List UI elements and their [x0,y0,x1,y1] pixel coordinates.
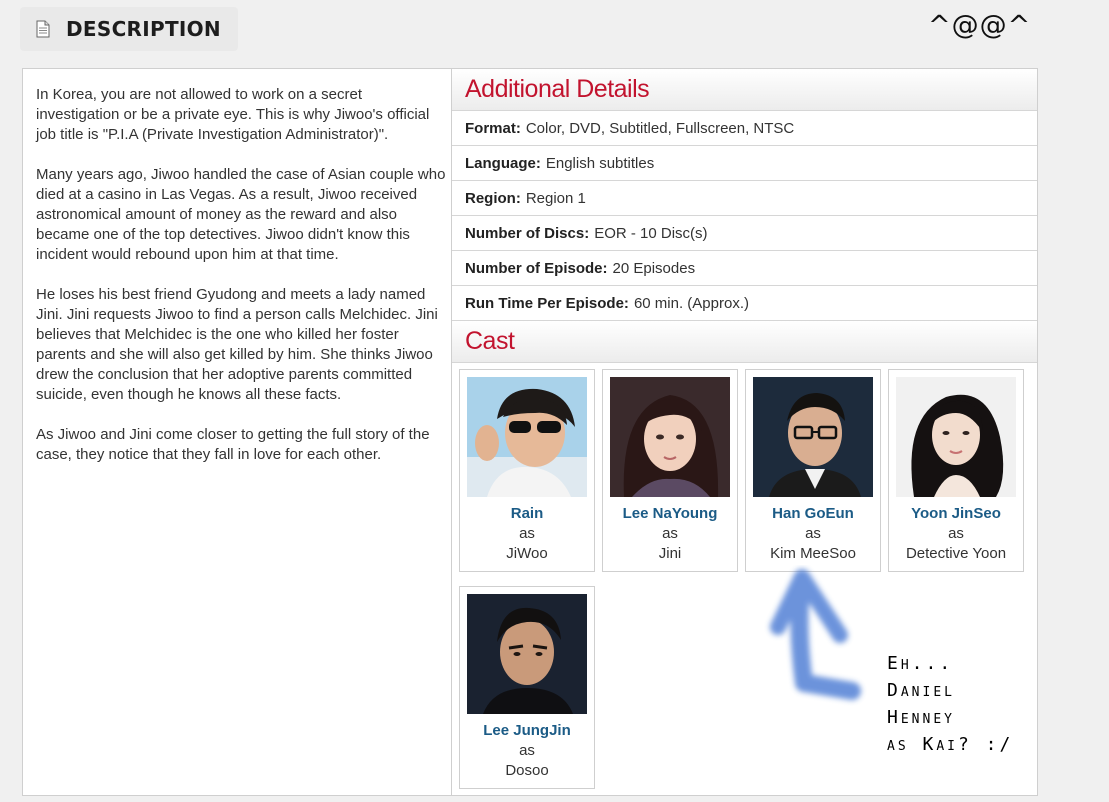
cast-card-lee-nayoung[interactable]: Lee NaYoung as Jini [602,369,738,572]
synopsis-column: In Korea, you are not allowed to work on… [23,69,452,795]
cast-as: as [948,525,964,542]
detail-value: 20 Episodes [612,259,696,277]
actor-photo [753,377,873,497]
detail-value: Color, DVD, Subtitled, Fullscreen, NTSC [525,119,795,137]
cast-role: Jini [658,545,682,562]
cast-card-rain[interactable]: Rain as JiWoo [459,369,595,572]
cast-name[interactable]: Han GoEun [746,505,880,522]
emoticon-annotation: ^@@^ [928,10,1032,41]
cast-role: Detective Yoon [905,545,1007,562]
detail-row-runtime: Run Time Per Episode: 60 min. (Approx.) [452,286,1037,321]
note-line: Henney [887,707,955,728]
cast-role: Dosoo [505,762,549,779]
detail-row-language: Language: English subtitles [452,146,1037,181]
detail-row-episodes: Number of Episode: 20 Episodes [452,251,1037,286]
cast-heading: Cast [452,321,1037,363]
detail-label: Format: [465,119,521,137]
detail-label: Run Time Per Episode: [465,294,629,312]
actor-photo [467,377,587,497]
synopsis-paragraph: As Jiwoo and Jini come closer to getting… [36,426,430,463]
cast-name[interactable]: Rain [460,505,594,522]
synopsis-text: In Korea, you are not allowed to work on… [36,85,446,485]
detail-label: Region: [465,189,521,207]
cast-card-han-goeun[interactable]: Han GoEun as Kim MeeSoo [745,369,881,572]
additional-details-heading: Additional Details [452,69,1037,111]
detail-row-discs: Number of Discs: EOR - 10 Disc(s) [452,216,1037,251]
description-header: DESCRIPTION [20,7,238,51]
cast-as: as [805,525,821,542]
cast-name[interactable]: Lee NaYoung [603,505,737,522]
detail-value: EOR - 10 Disc(s) [594,224,708,242]
synopsis-paragraph: In Korea, you are not allowed to work on… [36,86,430,143]
handwritten-note: Eh... Daniel Henney as Kai? :/ [887,650,1013,758]
cast-card-yoon-jinseo[interactable]: Yoon JinSeo as Detective Yoon [888,369,1024,572]
cast-role: Kim MeeSoo [770,545,856,562]
cast-name[interactable]: Lee JungJin [460,722,594,739]
detail-label: Number of Episode: [465,259,608,277]
cast-as: as [519,742,535,759]
page-title: DESCRIPTION [66,17,221,41]
detail-row-format: Format: Color, DVD, Subtitled, Fullscree… [452,111,1037,146]
detail-row-region: Region: Region 1 [452,181,1037,216]
cast-card-lee-jungjin[interactable]: Lee JungJin as Dosoo [459,586,595,789]
detail-label: Number of Discs: [465,224,590,242]
description-panel: In Korea, you are not allowed to work on… [22,68,1038,796]
synopsis-paragraph: He loses his best friend Gyudong and mee… [36,286,438,403]
actor-photo [896,377,1016,497]
actor-photo [467,594,587,714]
cast-as: as [662,525,678,542]
note-line: Daniel [887,680,955,701]
detail-value: 60 min. (Approx.) [633,294,749,312]
synopsis-paragraph: Many years ago, Jiwoo handled the case o… [36,166,446,263]
detail-value: English subtitles [545,154,655,172]
detail-label: Language: [465,154,541,172]
cast-as: as [519,525,535,542]
cast-role: JiWoo [506,545,548,562]
cast-name[interactable]: Yoon JinSeo [889,505,1023,522]
document-icon [36,20,50,38]
up-arrow-icon [770,569,861,700]
note-line: Eh... [887,653,954,674]
note-line: as Kai? :/ [887,734,1014,755]
actor-photo [610,377,730,497]
detail-value: Region 1 [525,189,586,207]
